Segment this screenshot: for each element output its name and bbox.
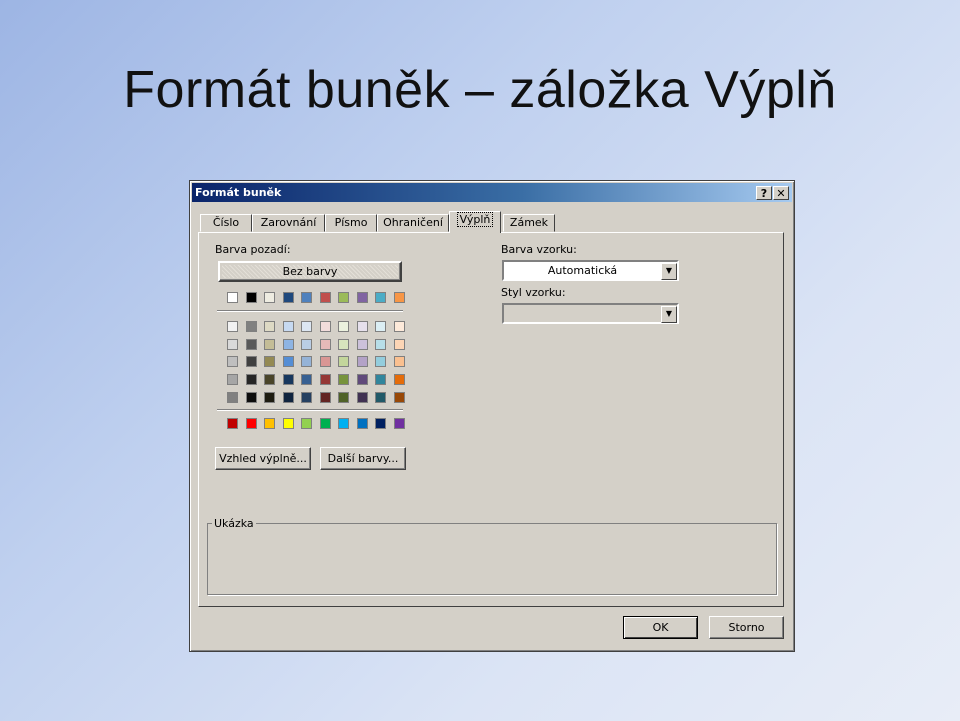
chevron-down-icon[interactable]: ▼: [661, 306, 677, 323]
pattern-color-select[interactable]: Automatická ▼: [502, 260, 679, 281]
sample-groupbox: Ukázka: [207, 517, 777, 595]
color-swatch[interactable]: [393, 292, 405, 303]
color-swatch[interactable]: [319, 374, 331, 386]
color-swatch[interactable]: [338, 374, 349, 386]
color-swatch[interactable]: [282, 292, 294, 303]
close-button[interactable]: ✕: [773, 186, 789, 200]
format-cells-dialog: Formát buněk ? ✕ Číslo Zarovnání Písmo O…: [189, 180, 795, 652]
color-swatch[interactable]: [227, 338, 238, 350]
color-swatch[interactable]: [375, 356, 386, 368]
color-swatch[interactable]: [356, 391, 368, 403]
color-swatch[interactable]: [375, 374, 386, 386]
color-swatch[interactable]: [227, 292, 238, 303]
color-swatch[interactable]: [245, 374, 257, 386]
chevron-down-icon[interactable]: ▼: [661, 263, 677, 280]
color-swatch[interactable]: [393, 338, 405, 350]
background-color-label: Barva pozadí:: [215, 243, 291, 256]
color-swatch[interactable]: [227, 418, 238, 429]
color-swatch[interactable]: [245, 292, 257, 303]
color-swatch[interactable]: [375, 292, 386, 303]
color-swatch[interactable]: [393, 374, 405, 386]
color-swatch[interactable]: [282, 374, 294, 386]
ok-button[interactable]: OK: [623, 616, 698, 639]
color-swatch[interactable]: [282, 356, 294, 368]
color-swatch[interactable]: [264, 292, 275, 303]
dialog-titlebar[interactable]: Formát buněk ? ✕: [192, 183, 792, 202]
color-swatch[interactable]: [227, 321, 238, 332]
pattern-color-label: Barva vzorku:: [501, 243, 577, 256]
color-swatch[interactable]: [375, 391, 386, 403]
color-swatch[interactable]: [301, 418, 312, 429]
color-swatch[interactable]: [319, 356, 331, 368]
color-swatch[interactable]: [375, 338, 386, 350]
color-swatch[interactable]: [356, 292, 368, 303]
color-swatch[interactable]: [375, 418, 386, 429]
color-swatch[interactable]: [338, 338, 349, 350]
color-swatch[interactable]: [264, 391, 275, 403]
palette-divider: [217, 409, 403, 411]
tab-zamek[interactable]: Zámek: [503, 214, 555, 232]
fill-effects-button[interactable]: Vzhled výplně...: [215, 447, 311, 470]
color-swatch[interactable]: [356, 321, 368, 332]
color-swatch[interactable]: [264, 338, 275, 350]
color-swatch[interactable]: [301, 391, 312, 403]
color-swatch[interactable]: [245, 356, 257, 368]
color-swatch[interactable]: [338, 356, 349, 368]
cancel-button[interactable]: Storno: [709, 616, 784, 639]
color-swatch[interactable]: [245, 418, 257, 429]
fill-tab-panel: Barva pozadí: Bez barvy Vzhled výplně...…: [198, 232, 784, 607]
color-swatch[interactable]: [282, 391, 294, 403]
color-swatch[interactable]: [393, 321, 405, 332]
color-swatch[interactable]: [227, 356, 238, 368]
color-swatch[interactable]: [319, 292, 331, 303]
color-swatch[interactable]: [356, 338, 368, 350]
color-swatch[interactable]: [338, 418, 349, 429]
sample-label: Ukázka: [212, 517, 256, 530]
color-swatch[interactable]: [301, 338, 312, 350]
pattern-style-label: Styl vzorku:: [501, 286, 566, 299]
color-swatch[interactable]: [301, 356, 312, 368]
palette-divider: [217, 310, 403, 312]
slide-title: Formát buněk – záložka Výplň: [123, 61, 837, 119]
tab-pismo[interactable]: Písmo: [325, 214, 377, 232]
color-swatch[interactable]: [338, 321, 349, 332]
color-swatch[interactable]: [393, 418, 405, 429]
color-swatch[interactable]: [227, 374, 238, 386]
color-swatch[interactable]: [282, 338, 294, 350]
color-swatch[interactable]: [319, 418, 331, 429]
color-swatch[interactable]: [393, 356, 405, 368]
help-button[interactable]: ?: [756, 186, 772, 200]
color-swatch[interactable]: [338, 292, 349, 303]
color-swatch[interactable]: [264, 321, 275, 332]
dialog-title: Formát buněk: [195, 186, 282, 199]
color-swatch[interactable]: [319, 338, 331, 350]
color-swatch[interactable]: [245, 321, 257, 332]
more-colors-button[interactable]: Další barvy...: [320, 447, 406, 470]
color-swatch[interactable]: [338, 391, 349, 403]
color-swatch[interactable]: [301, 292, 312, 303]
tab-vypln[interactable]: Výplň: [449, 211, 501, 233]
color-swatch[interactable]: [319, 321, 331, 332]
color-swatch[interactable]: [301, 321, 312, 332]
color-swatch[interactable]: [375, 321, 386, 332]
tab-ohraniceni[interactable]: Ohraničení: [377, 214, 449, 232]
color-swatch[interactable]: [356, 356, 368, 368]
color-swatch[interactable]: [356, 374, 368, 386]
color-swatch[interactable]: [245, 391, 257, 403]
color-swatch[interactable]: [282, 321, 294, 332]
color-swatch[interactable]: [245, 338, 257, 350]
no-color-button[interactable]: Bez barvy: [218, 261, 402, 282]
color-swatch[interactable]: [319, 391, 331, 403]
color-swatch[interactable]: [282, 418, 294, 429]
tab-zarovnani[interactable]: Zarovnání: [252, 214, 325, 232]
color-swatch[interactable]: [356, 418, 368, 429]
color-swatch[interactable]: [227, 391, 238, 403]
color-swatch[interactable]: [264, 356, 275, 368]
color-swatch[interactable]: [393, 391, 405, 403]
color-swatch[interactable]: [301, 374, 312, 386]
pattern-style-select[interactable]: ▼: [502, 303, 679, 324]
color-swatch[interactable]: [264, 374, 275, 386]
color-swatch[interactable]: [264, 418, 275, 429]
tab-cislo[interactable]: Číslo: [200, 214, 252, 232]
